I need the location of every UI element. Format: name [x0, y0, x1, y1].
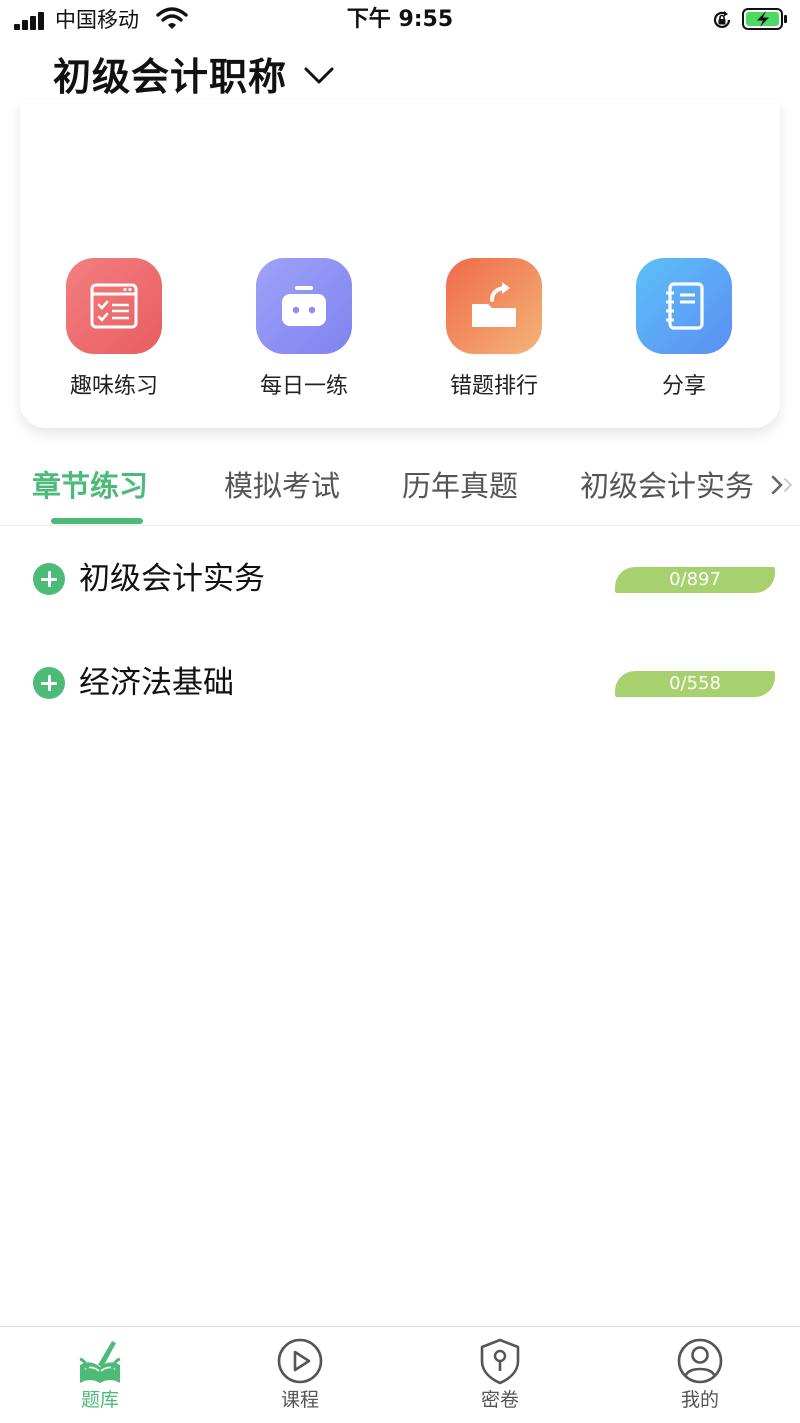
chevron-down-icon[interactable] [302, 62, 336, 88]
nav-label: 题库 [80, 1389, 119, 1411]
checklist-icon [66, 258, 162, 354]
active-tab-indicator [51, 518, 143, 524]
list-item-label: 经济法基础 [79, 665, 234, 701]
nav-label: 课程 [280, 1389, 319, 1411]
nav-courses[interactable]: 课程 [200, 1327, 400, 1423]
feature-share[interactable]: 分享 [609, 258, 759, 402]
tab-past-papers[interactable]: 历年真题 [402, 466, 518, 506]
bottom-nav: 题库 课程 密卷 我的 [0, 1326, 800, 1423]
nav-profile[interactable]: 我的 [600, 1327, 800, 1423]
page-title[interactable]: 初级会计职称 [53, 52, 287, 102]
feature-fun-practice[interactable]: 趣味练习 [39, 258, 189, 402]
play-circle-icon [277, 1338, 323, 1384]
expand-plus-icon[interactable] [33, 563, 65, 595]
chevron-right-icon[interactable] [768, 472, 796, 498]
user-icon [677, 1338, 723, 1384]
expand-plus-icon[interactable] [33, 667, 65, 699]
feature-daily-practice[interactable]: 每日一练 [229, 258, 379, 402]
status-bar: 中国移动 下午 9:55 [0, 0, 800, 40]
nav-label: 密卷 [480, 1389, 519, 1411]
battery-icon [742, 8, 787, 30]
nav-label: 我的 [680, 1389, 719, 1411]
status-time: 下午 9:55 [346, 7, 454, 32]
list-item-label: 初级会计实务 [79, 561, 265, 597]
list-item-economic-law[interactable]: 经济法基础 0/558 [0, 653, 800, 713]
feature-card: 趣味练习 每日一练 错题排行 分享 [20, 100, 780, 428]
feature-label: 错题排行 [449, 374, 538, 399]
book-pen-icon [79, 1341, 121, 1383]
progress-badge: 0/558 [615, 671, 775, 697]
robot-icon [256, 258, 352, 354]
tab-chapter-practice[interactable]: 章节练习 [32, 466, 148, 506]
tab-bar: 章节练习 模拟考试 历年真题 初级会计实务 [0, 450, 800, 526]
feature-label: 分享 [661, 374, 706, 399]
tab-mock-exam[interactable]: 模拟考试 [224, 466, 340, 506]
nav-question-bank[interactable]: 题库 [0, 1327, 200, 1423]
folder-share-icon [446, 258, 542, 354]
tab-accounting-practice[interactable]: 初级会计实务 [580, 466, 754, 506]
rotation-lock-icon [713, 11, 731, 29]
feature-label: 每日一练 [259, 374, 348, 399]
shield-key-icon [480, 1338, 520, 1385]
list-item-accounting[interactable]: 初级会计实务 0/897 [0, 549, 800, 609]
feature-wrong-ranking[interactable]: 错题排行 [419, 258, 569, 402]
progress-badge: 0/897 [615, 567, 775, 593]
feature-label: 趣味练习 [69, 374, 158, 399]
notebook-icon [636, 258, 732, 354]
nav-secret-papers[interactable]: 密卷 [400, 1327, 600, 1423]
